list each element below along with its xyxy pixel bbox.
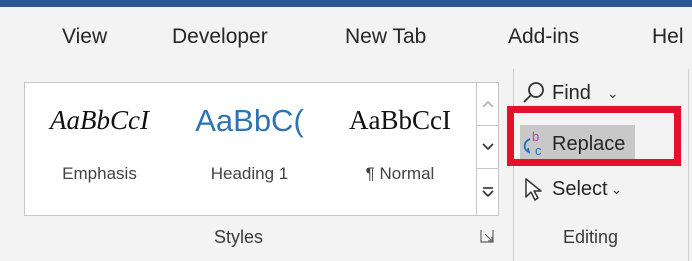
gallery-scroll-up-button[interactable]	[477, 83, 499, 126]
style-preview: AaBbCcI	[50, 105, 149, 135]
select-label: Select	[552, 177, 608, 200]
find-label: Find	[552, 81, 591, 104]
gallery-scroll-down-button[interactable]	[477, 126, 499, 169]
tab-view[interactable]: View	[62, 25, 107, 49]
tab-developer[interactable]: Developer	[172, 25, 268, 49]
style-normal[interactable]: AaBbCcI ¶ Normal	[325, 83, 475, 215]
group-separator	[688, 69, 689, 261]
tab-new-tab[interactable]: New Tab	[345, 25, 426, 49]
tab-add-ins[interactable]: Add-ins	[508, 25, 579, 49]
replace-highlight-box	[507, 106, 681, 166]
select-button[interactable]: Select ⌄	[520, 169, 622, 209]
gallery-scroll	[476, 83, 499, 215]
chevron-up-icon	[482, 100, 494, 108]
gallery-more-button[interactable]	[477, 169, 499, 215]
tab-help[interactable]: Hel	[652, 25, 684, 49]
more-icon	[482, 187, 494, 198]
title-bar-strip	[0, 0, 692, 7]
style-heading-1[interactable]: AaBbC( Heading 1	[174, 83, 325, 215]
style-emphasis[interactable]: AaBbCcI Emphasis	[25, 83, 174, 215]
cursor-icon	[520, 175, 548, 203]
chevron-down-icon	[482, 143, 494, 151]
style-name: Emphasis	[62, 164, 137, 183]
ribbon-content: AaBbCcI Emphasis AaBbC( Heading 1 AaBbCc…	[0, 69, 692, 261]
styles-group-label: Styles	[214, 227, 264, 247]
style-name: Heading 1	[210, 164, 289, 183]
dialog-launcher-icon[interactable]	[480, 229, 494, 243]
styles-gallery: AaBbCcI Emphasis AaBbC( Heading 1 AaBbCc…	[24, 82, 499, 216]
search-icon	[520, 79, 548, 107]
ribbon-tabs: View Developer New Tab Add-ins Hel	[0, 7, 692, 69]
style-preview: AaBbCcI	[349, 105, 451, 135]
editing-group-label: Editing	[563, 227, 619, 247]
chevron-down-icon: ⌄	[610, 180, 623, 197]
style-preview: AaBbC(	[195, 103, 304, 138]
chevron-down-icon: ⌄	[606, 84, 619, 101]
style-name: ¶ Normal	[365, 164, 435, 183]
